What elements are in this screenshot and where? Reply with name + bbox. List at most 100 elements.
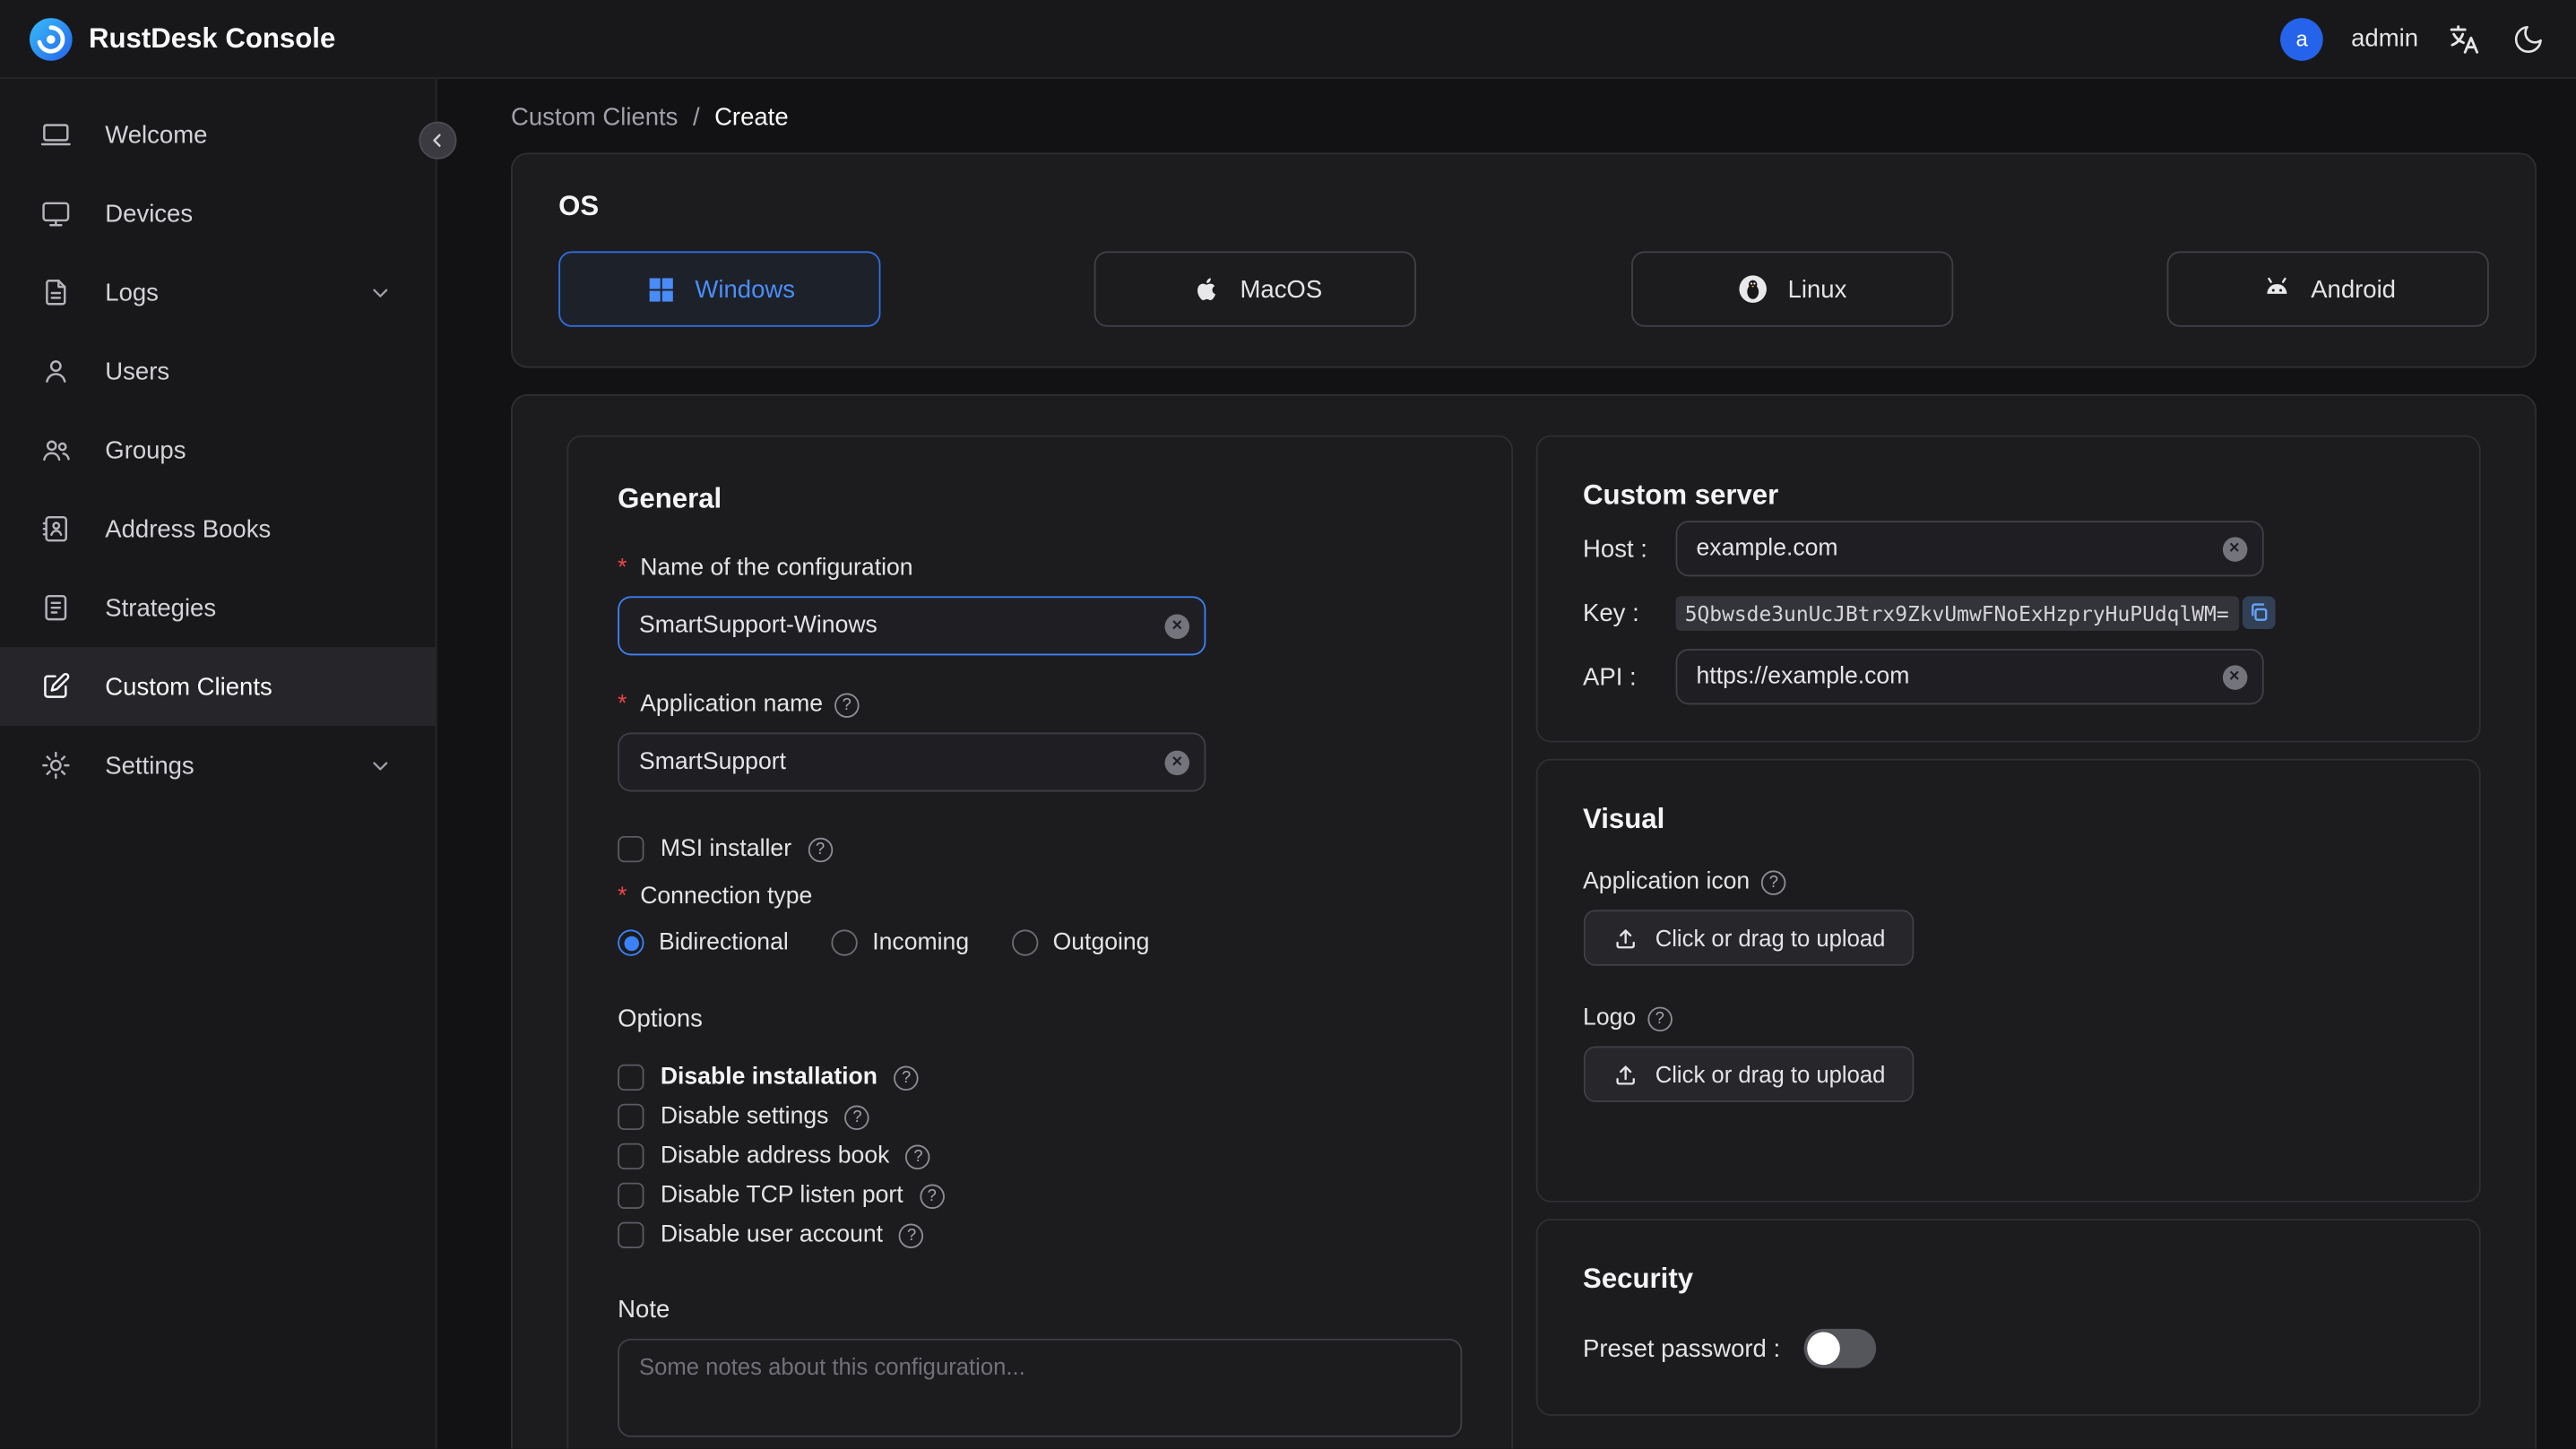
help-icon[interactable]: ? (919, 1183, 945, 1209)
preset-password-toggle[interactable] (1802, 1328, 1876, 1368)
disable-settings-checkbox-row[interactable]: Disable settings ? (618, 1102, 1461, 1132)
msi-installer-checkbox-row[interactable]: MSI installer ? (618, 834, 1461, 864)
key-label: Key : (1583, 599, 1639, 627)
required-asterisk: * (618, 691, 627, 718)
apple-icon (1189, 272, 1223, 306)
help-icon[interactable]: ? (844, 1104, 870, 1130)
sidebar-item-label: Devices (105, 199, 194, 228)
custom-server-panel: Custom server Host : × Key : 5Qbwsde3unU… (1534, 435, 2481, 743)
help-icon[interactable]: ? (808, 836, 833, 862)
disable-tcp-listen-port-checkbox-row[interactable]: Disable TCP listen port ? (618, 1181, 1461, 1211)
key-row: Key : 5Qbwsde3unUcJBtrx9ZkvUmwFNoExHzpry… (1583, 585, 2433, 641)
breadcrumb-parent[interactable]: Custom Clients (511, 103, 678, 131)
required-asterisk: * (618, 884, 627, 910)
rustdesk-logo-icon (29, 17, 73, 60)
breadcrumb: Custom Clients / Create (511, 103, 2537, 131)
os-option-android[interactable]: Android (2166, 251, 2489, 327)
application-name-input[interactable] (638, 748, 1155, 776)
clear-icon[interactable]: × (1164, 749, 1190, 775)
api-row: API : × (1583, 648, 2433, 705)
help-icon[interactable]: ? (905, 1143, 931, 1169)
sidebar-item-users[interactable]: Users (0, 332, 436, 410)
api-input[interactable] (1696, 663, 2213, 690)
welcome-icon (39, 118, 73, 151)
copy-icon[interactable] (2242, 596, 2275, 630)
logs-icon (39, 276, 73, 309)
config-card: General * Name of the configuration × * … (511, 393, 2537, 1449)
breadcrumb-separator: / (692, 103, 700, 132)
help-icon[interactable]: ? (899, 1222, 924, 1248)
toggle-knob (1806, 1332, 1840, 1366)
os-card-title: OS (558, 190, 600, 222)
topbar-right: a admin (2280, 17, 2546, 60)
sidebar-item-strategies[interactable]: Strategies (0, 568, 436, 647)
sidebar-item-welcome[interactable]: Welcome (0, 95, 436, 174)
user-name[interactable]: admin (2351, 24, 2418, 52)
security-title: Security (1583, 1263, 1694, 1295)
breadcrumb-current: Create (714, 103, 789, 132)
host-input-wrap: × (1674, 521, 2263, 577)
custom-clients-icon (39, 670, 73, 703)
groups-icon (39, 434, 73, 467)
devices-icon (39, 197, 73, 230)
application-icon-upload-button[interactable]: Click or drag to upload (1583, 910, 1914, 966)
sidebar-item-address-books[interactable]: Address Books (0, 489, 436, 568)
server-key-value[interactable]: 5Qbwsde3unUcJBtrx9ZkvUmwFNoExHzpryHuPUdq… (1674, 595, 2239, 630)
help-icon[interactable]: ? (834, 692, 860, 718)
disable-installation-checkbox-row[interactable]: Disable installation ? (618, 1063, 1461, 1092)
sidebar-item-devices[interactable]: Devices (0, 174, 436, 253)
help-icon[interactable]: ? (894, 1065, 919, 1091)
visual-title: Visual (1583, 803, 1665, 835)
clear-icon[interactable]: × (2222, 664, 2247, 689)
user-avatar[interactable]: a (2280, 17, 2323, 60)
brand: RustDesk Console (29, 17, 335, 60)
topbar: RustDesk Console a admin (0, 0, 2576, 79)
radio-outgoing[interactable]: Outgoing (1011, 929, 1149, 956)
checkbox-icon (618, 1143, 644, 1170)
radio-bidirectional[interactable]: Bidirectional (618, 929, 789, 956)
rustdesk-console-page: RustDesk Console a admin Welcome Devices… (0, 0, 2576, 1449)
general-title: General (618, 482, 722, 514)
os-option-linux[interactable]: Linux (1630, 251, 1953, 327)
sidebar-item-custom-clients[interactable]: Custom Clients (0, 647, 436, 727)
sidebar-item-settings[interactable]: Settings (0, 726, 436, 805)
chevron-down-icon[interactable] (367, 752, 393, 778)
clear-icon[interactable]: × (1164, 613, 1190, 639)
os-option-windows[interactable]: Windows (558, 251, 881, 327)
help-icon[interactable]: ? (1761, 869, 1786, 895)
sidebar-item-logs[interactable]: Logs (0, 253, 436, 332)
logo-label: Logo ? (1583, 1005, 2433, 1031)
os-option-label: Android (2311, 275, 2396, 304)
application-name-input-wrap: × (618, 732, 1206, 792)
required-asterisk: * (618, 555, 627, 582)
disable-address-book-checkbox-row[interactable]: Disable address book ? (618, 1142, 1461, 1171)
sidebar-item-label: Users (105, 357, 170, 385)
sidebar-collapse-button[interactable] (419, 121, 457, 160)
clear-icon[interactable]: × (2222, 536, 2247, 561)
disable-user-account-checkbox-row[interactable]: Disable user account ? (618, 1220, 1461, 1250)
chevron-down-icon[interactable] (367, 280, 393, 306)
upload-icon (1611, 924, 1638, 952)
radio-incoming[interactable]: Incoming (831, 929, 969, 956)
connection-type-label: * Connection type (618, 884, 813, 910)
translate-icon[interactable] (2446, 21, 2482, 56)
connection-type-radios: Bidirectional Incoming Outgoing (618, 929, 1461, 956)
sidebar-item-label: Settings (105, 751, 194, 780)
sidebar-item-groups[interactable]: Groups (0, 410, 436, 489)
host-label: Host : (1583, 534, 1647, 563)
config-name-label: * Name of the configuration (618, 555, 913, 582)
checkbox-icon (618, 1064, 644, 1091)
dark-mode-moon-icon[interactable] (2511, 21, 2546, 56)
sidebar-item-label: Address Books (105, 514, 272, 543)
note-textarea[interactable] (618, 1338, 1462, 1437)
os-option-macos[interactable]: MacOS (1094, 251, 1417, 327)
config-name-input[interactable] (638, 612, 1155, 639)
os-option-label: Windows (695, 275, 795, 304)
visual-panel: Visual Application icon ? Click or drag … (1534, 758, 2481, 1203)
logo-upload-button[interactable]: Click or drag to upload (1583, 1046, 1914, 1102)
host-input[interactable] (1696, 535, 2213, 562)
checkbox-icon (618, 1103, 644, 1131)
os-option-label: MacOS (1240, 275, 1323, 304)
users-icon (39, 355, 73, 388)
help-icon[interactable]: ? (1647, 1005, 1673, 1031)
